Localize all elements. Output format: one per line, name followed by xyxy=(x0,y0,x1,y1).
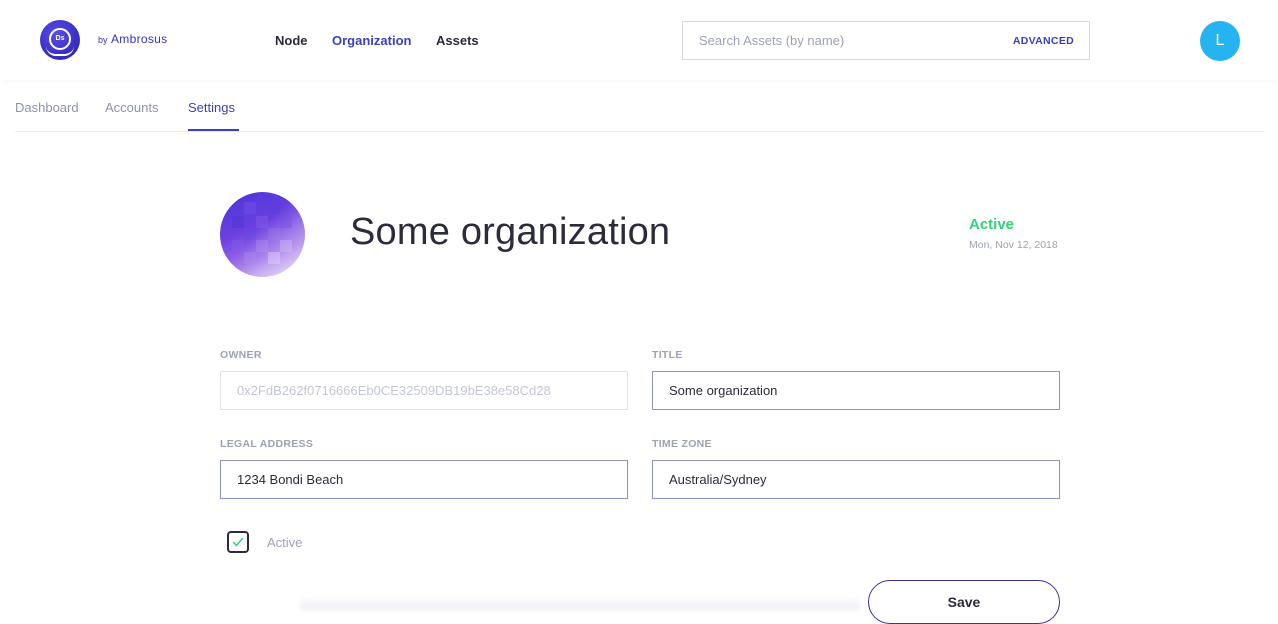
tab-dashboard[interactable]: Dashboard xyxy=(15,100,79,115)
tab-settings[interactable]: Settings xyxy=(188,100,235,115)
advanced-search-link[interactable]: ADVANCED xyxy=(1013,35,1074,47)
search-input[interactable] xyxy=(699,22,999,59)
footer-shadow xyxy=(300,596,860,610)
nav-node[interactable]: Node xyxy=(275,33,308,48)
user-avatar[interactable]: L xyxy=(1200,21,1240,61)
active-tab-indicator xyxy=(188,129,239,131)
owner-field xyxy=(220,371,628,410)
brand-name: Ambrosus xyxy=(111,32,168,46)
status-badge: Active xyxy=(969,216,1015,233)
nav-assets[interactable]: Assets xyxy=(436,33,479,48)
time-zone-label: TIME ZONE xyxy=(652,438,712,450)
legal-address-field[interactable] xyxy=(220,460,628,499)
organization-avatar xyxy=(220,192,305,277)
title-label: TITLE xyxy=(652,349,683,361)
title-field[interactable] xyxy=(652,371,1060,410)
active-checkbox-label: Active xyxy=(267,535,303,550)
time-zone-field[interactable] xyxy=(652,460,1060,499)
logo-arc xyxy=(46,46,74,56)
save-button[interactable]: Save xyxy=(868,580,1060,624)
by-label: by xyxy=(98,35,108,45)
legal-address-label: LEGAL ADDRESS xyxy=(220,438,314,450)
checkmark-icon xyxy=(232,537,244,547)
settings-subnav: Dashboard Accounts Settings xyxy=(15,80,1265,132)
top-header: Ds by Ambrosus Node Organization Assets … xyxy=(0,0,1278,80)
active-checkbox[interactable] xyxy=(227,531,249,553)
organization-name: Some organization xyxy=(350,211,671,253)
nav-organization[interactable]: Organization xyxy=(332,33,411,48)
tab-accounts[interactable]: Accounts xyxy=(105,100,158,115)
app-logo[interactable]: Ds xyxy=(40,20,80,60)
created-date: Mon, Nov 12, 2018 xyxy=(969,239,1058,251)
owner-label: OWNER xyxy=(220,349,262,361)
search-box: ADVANCED xyxy=(682,21,1090,60)
